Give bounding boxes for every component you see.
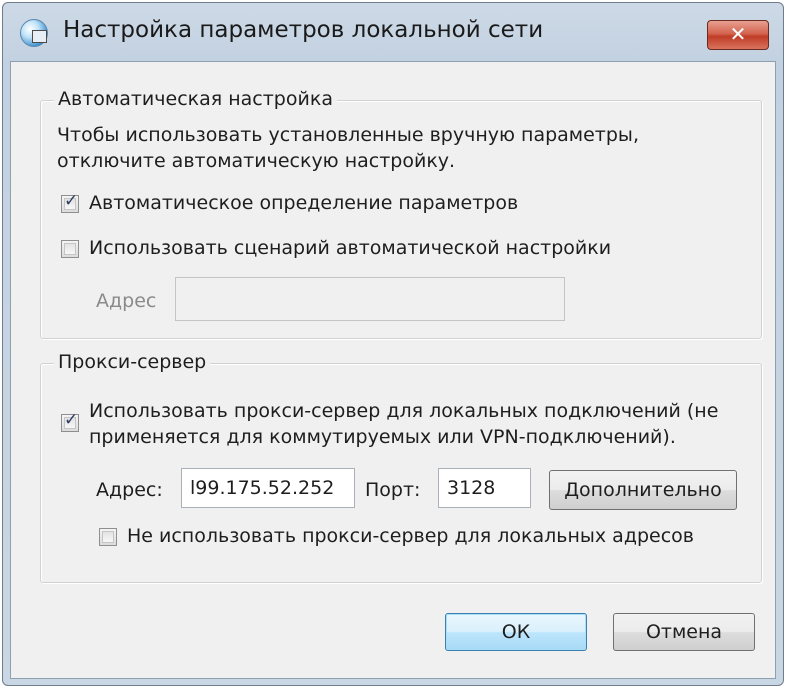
auto-config-description-line2: отключите автоматическую настройку.: [57, 150, 456, 172]
checkmark-icon: ✓: [64, 410, 79, 430]
script-address-input[interactable]: [175, 277, 565, 321]
use-script-label[interactable]: Использовать сценарий автоматической нас…: [89, 237, 611, 259]
auto-detect-checkbox[interactable]: ✓: [61, 191, 79, 213]
dialog-window: Настройка параметров локальной сети ✕ Ав…: [2, 2, 784, 686]
use-proxy-label-line2[interactable]: применяется для коммутируемых или VPN-по…: [89, 426, 676, 448]
auto-detect-label[interactable]: Автоматическое определение параметров: [89, 192, 518, 214]
title-bar[interactable]: Настройка параметров локальной сети ✕: [3, 3, 783, 61]
window-title: Настройка параметров локальной сети: [63, 17, 544, 43]
proxy-group-title: Прокси-сервер: [54, 351, 211, 373]
close-icon: ✕: [729, 22, 747, 46]
bypass-local-checkbox[interactable]: [99, 528, 117, 546]
use-proxy-label-line1[interactable]: Использовать прокси-сервер для локальных…: [89, 400, 718, 422]
auto-config-description-line1: Чтобы использовать установленные вручную…: [57, 124, 639, 146]
dialog-client-area: Автоматическая настройка Чтобы использов…: [10, 61, 776, 679]
checkmark-icon: ✓: [64, 191, 79, 211]
advanced-button[interactable]: Дополнительно: [549, 470, 737, 510]
proxy-address-input[interactable]: l99.175.52.252: [181, 468, 355, 508]
use-script-checkbox[interactable]: [61, 240, 79, 258]
bypass-local-label[interactable]: Не использовать прокси-сервер для локаль…: [127, 525, 694, 547]
proxy-port-input[interactable]: 3128: [438, 468, 531, 508]
cancel-button[interactable]: Отмена: [613, 613, 755, 651]
close-button[interactable]: ✕: [707, 20, 769, 50]
auto-config-group-title: Автоматическая настройка: [54, 88, 337, 110]
proxy-address-label: Адрес:: [96, 479, 163, 501]
ok-button[interactable]: ОК: [445, 613, 587, 651]
network-settings-icon: [20, 19, 48, 47]
use-proxy-checkbox[interactable]: ✓: [61, 410, 79, 432]
proxy-port-label: Порт:: [365, 479, 421, 501]
script-address-label: Адрес: [96, 290, 157, 312]
